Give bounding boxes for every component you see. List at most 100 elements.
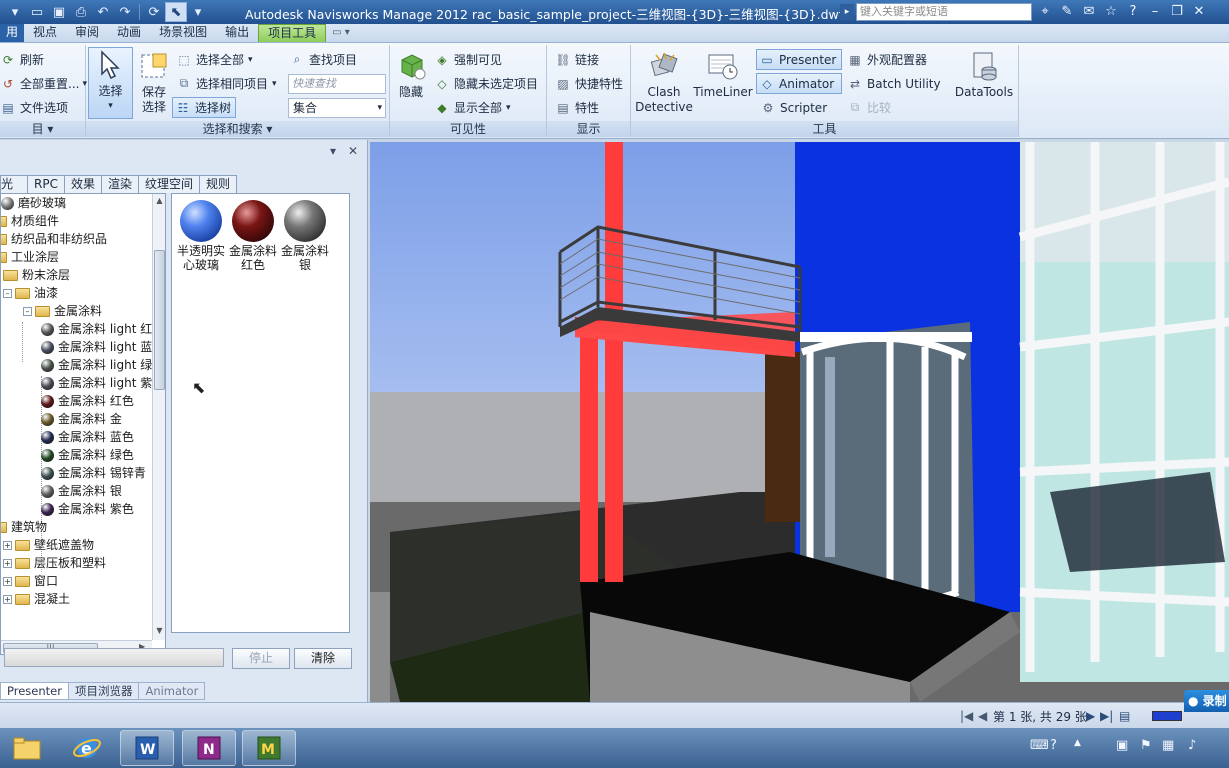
wrench-icon[interactable]: ✎ <box>1058 2 1076 22</box>
tab-animation[interactable]: 动画 <box>108 24 150 42</box>
tree-expander-icon[interactable]: – <box>3 288 12 298</box>
tree-item[interactable]: 金属涂料 蓝色 <box>41 428 134 446</box>
tree-expander-icon[interactable]: – <box>23 306 32 316</box>
scripter-button[interactable]: ⚙ Scripter <box>760 97 828 118</box>
tree-scroll-thumb[interactable] <box>154 250 165 390</box>
undo-icon[interactable]: ↶ <box>92 2 114 22</box>
thumbnail-metallic-silver[interactable]: 金属涂料银 <box>280 200 330 272</box>
restore-icon[interactable]: ❐ <box>1168 2 1186 22</box>
tree-item[interactable]: – 金属涂料 <box>23 302 102 320</box>
panel-menu-icon[interactable]: ▾ <box>330 144 336 158</box>
timeliner-button[interactable]: TimeLiner <box>693 49 753 109</box>
customize-dropdown-icon[interactable]: ▾ <box>187 2 209 22</box>
thumbnail-translucent-glass[interactable]: 半透明实心玻璃 <box>176 200 226 272</box>
save-icon[interactable]: ▣ <box>48 2 70 22</box>
group-label-project[interactable]: 目 ▾ <box>0 121 85 137</box>
tab-viewpoint[interactable]: 视点 <box>24 24 66 42</box>
tab-lighting[interactable]: 光源 <box>0 175 28 193</box>
hide-button[interactable]: 隐藏 <box>394 49 428 119</box>
refresh-icon[interactable]: ⟳ <box>143 2 165 22</box>
scroll-down-icon[interactable]: ▼ <box>153 624 165 638</box>
tray-expand-icon[interactable]: ▲ <box>1074 738 1081 748</box>
tree-item[interactable]: + 混凝土 <box>3 590 70 608</box>
3d-viewport[interactable] <box>370 142 1229 702</box>
tree-item[interactable]: 金属涂料 银 <box>41 482 122 500</box>
prev-page-icon[interactable]: ◀ <box>978 709 987 723</box>
network-icon[interactable]: ▣ <box>1116 738 1128 753</box>
tab-effects[interactable]: 效果 <box>63 175 102 193</box>
flag-icon[interactable]: ⚑ <box>1140 738 1152 753</box>
file-options-button[interactable]: ▤ 文件选项 <box>0 97 68 118</box>
app-menu-icon[interactable]: ▾ <box>4 2 26 22</box>
help-search-input[interactable]: 键入关键字或短语 <box>856 3 1032 21</box>
sets-dropdown[interactable]: 集合 ▾ <box>288 98 386 118</box>
display-icon[interactable]: ▦ <box>1162 738 1174 753</box>
group-label-select-search[interactable]: 选择和搜索 ▾ <box>86 121 389 137</box>
save-selection-button[interactable]: 保存 选择 <box>136 49 172 121</box>
tree-item[interactable]: + 窗口 <box>3 572 58 590</box>
tree-vertical-scrollbar[interactable]: ▲ ▼ <box>152 194 165 640</box>
panel-close-icon[interactable]: ✕ <box>348 144 358 158</box>
refresh-button[interactable]: ⟳ 刷新 <box>0 49 44 70</box>
explorer-taskbar-button[interactable] <box>0 730 54 766</box>
minimize-icon[interactable]: – <box>1146 2 1164 22</box>
tree-item[interactable]: 材质组件 <box>1 212 59 230</box>
clear-button[interactable]: 清除 <box>294 648 352 669</box>
tree-item[interactable]: 金属涂料 light 绿 <box>41 356 152 374</box>
find-items-button[interactable]: ⌕ 查找项目 <box>289 49 357 70</box>
tree-item[interactable]: 金属涂料 锡锌青 <box>41 464 146 482</box>
require-button[interactable]: ◈ 强制可见 <box>434 49 502 70</box>
keyboard-icon[interactable]: ⌨ <box>1030 738 1049 753</box>
tab-texture-space[interactable]: 纹理空间 <box>137 175 200 193</box>
quick-find-input[interactable]: 快速查找 <box>288 74 386 94</box>
navisworks-taskbar-button[interactable]: N <box>182 730 236 766</box>
appearance-profiler-button[interactable]: ▦ 外观配置器 <box>847 49 927 70</box>
close-icon[interactable]: ✕ <box>1190 2 1208 22</box>
tree-expander-icon[interactable]: + <box>3 558 12 568</box>
first-page-icon[interactable]: |◀ <box>960 709 973 723</box>
quick-properties-button[interactable]: ▨ 快捷特性 <box>555 73 623 94</box>
communication-icon[interactable]: ✉ <box>1080 2 1098 22</box>
select-all-button[interactable]: ⬚ 选择全部 ▾ <box>176 49 252 70</box>
word-taskbar-button[interactable]: W <box>120 730 174 766</box>
reset-all-button[interactable]: ↺ 全部重置... ▾ <box>0 73 87 94</box>
tree-expander-icon[interactable]: + <box>3 540 12 550</box>
tree-item[interactable]: 建筑物 <box>1 518 47 536</box>
hide-unselected-button[interactable]: ◇ 隐藏未选定项目 <box>434 73 538 94</box>
properties-button[interactable]: ▤ 特性 <box>555 97 599 118</box>
tab-output[interactable]: 输出 <box>216 24 258 42</box>
tab-project-browser[interactable]: 项目浏览器 <box>67 682 140 700</box>
tab-animator[interactable]: Animator <box>138 682 206 700</box>
ribbon-options-icon[interactable]: ▭ ▾ <box>326 24 356 42</box>
last-page-icon[interactable]: ▶| <box>1100 709 1113 723</box>
tab-rendering[interactable]: 渲染 <box>100 175 139 193</box>
tab-rpc[interactable]: RPC <box>27 175 65 193</box>
tree-item[interactable]: + 层压板和塑料 <box>3 554 106 572</box>
tree-item[interactable]: 纺织品和非纺织品 <box>1 230 107 248</box>
tree-expander-icon[interactable]: + <box>3 594 12 604</box>
links-button[interactable]: ⛓ 链接 <box>555 49 599 70</box>
recording-badge[interactable]: ● 录制 <box>1184 690 1229 712</box>
tree-item[interactable]: 金属涂料 绿色 <box>41 446 134 464</box>
tree-item[interactable]: 磨砂玻璃 <box>1 194 66 212</box>
volume-icon[interactable]: ♪ <box>1188 738 1196 753</box>
tree-item[interactable]: 金属涂料 light 红 <box>41 320 152 338</box>
datatools-button[interactable]: DataTools <box>953 49 1015 109</box>
presenter-button[interactable]: ▭ Presenter <box>756 49 842 70</box>
tab-scene-view[interactable]: 场景视图 <box>150 24 216 42</box>
tree-item[interactable]: 金属涂料 金 <box>41 410 122 428</box>
selection-tree-button[interactable]: ☷ 选择树 <box>172 97 237 118</box>
batch-utility-button[interactable]: ⇄ Batch Utility <box>847 73 941 94</box>
sheet-browser-icon[interactable]: ▤ <box>1119 709 1130 723</box>
help-tray-icon[interactable]: ? <box>1050 738 1057 753</box>
help-icon[interactable]: ? <box>1124 2 1142 22</box>
new-file-icon[interactable]: ▭ <box>26 2 48 22</box>
tab-rules[interactable]: 规则 <box>199 175 238 193</box>
star-icon[interactable]: ☆ <box>1102 2 1120 22</box>
tree-item[interactable]: 粉末涂层 <box>3 266 70 284</box>
tree-item[interactable]: 工业涂层 <box>1 248 59 266</box>
tree-item[interactable]: 金属涂料 红色 <box>41 392 134 410</box>
redo-icon[interactable]: ↷ <box>114 2 136 22</box>
ie-taskbar-button[interactable]: e <box>60 730 114 766</box>
stop-button[interactable]: 停止 <box>232 648 290 669</box>
